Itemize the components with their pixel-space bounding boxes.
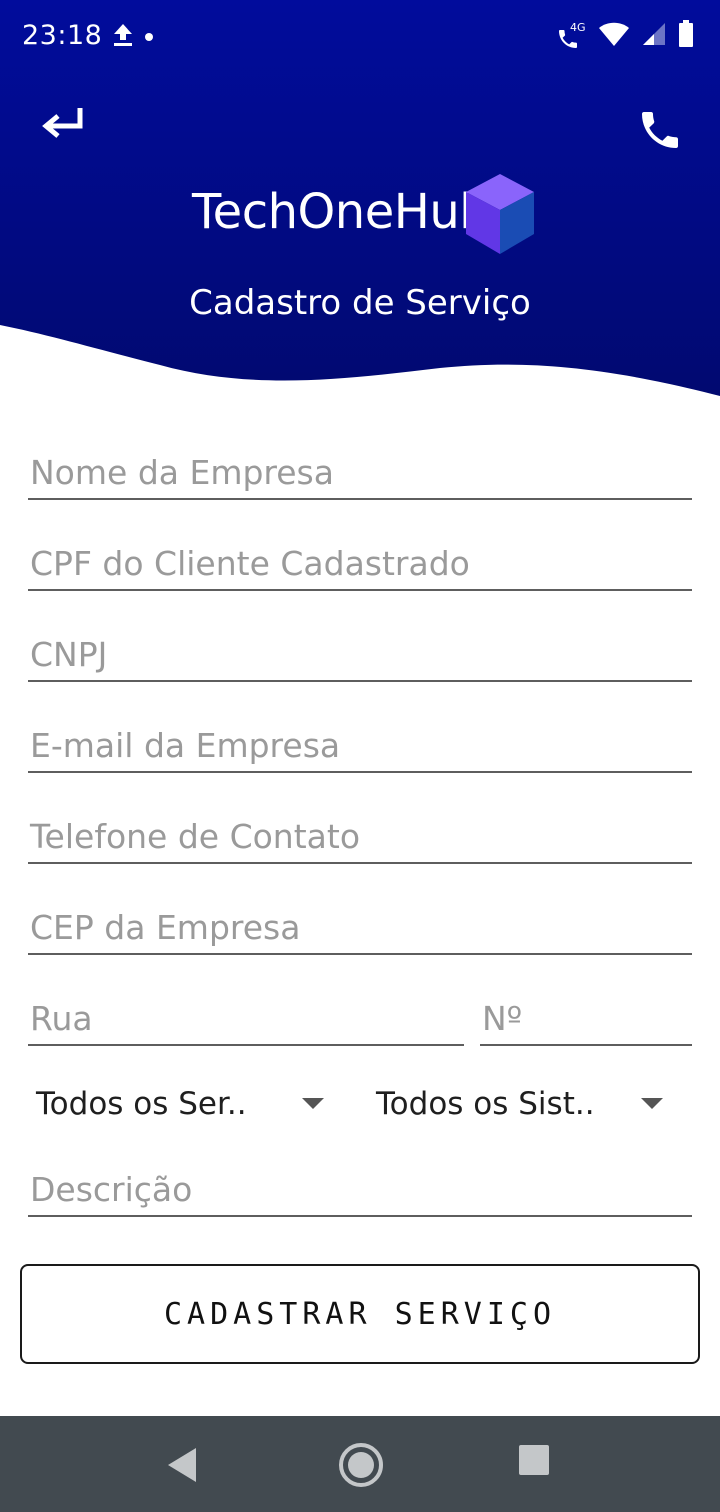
company-email-field[interactable]: E-mail da Empresa [28, 707, 692, 773]
call-4g-icon: 4G [556, 20, 586, 51]
client-cpf-placeholder: CPF do Cliente Cadastrado [30, 544, 470, 583]
brand: TechOneHub [0, 172, 720, 256]
contact-phone-field[interactable]: Telefone de Contato [28, 798, 692, 864]
cube-logo-icon [464, 172, 536, 256]
app-name: TechOneHub [192, 184, 490, 240]
network-type-label: 4G [570, 20, 586, 34]
home-circle-icon [334, 1443, 388, 1496]
battery-icon [678, 20, 694, 53]
submit-service-label: CADASTRAR SERVIÇO [163, 1296, 557, 1332]
company-cep-placeholder: CEP da Empresa [30, 908, 301, 947]
street-field[interactable]: Rua [28, 980, 464, 1046]
call-button[interactable] [636, 106, 686, 152]
nav-back-button[interactable] [162, 1440, 212, 1490]
screen-title: Cadastro de Serviço [189, 283, 531, 323]
description-placeholder: Descrição [30, 1170, 193, 1209]
status-time: 23:18 [22, 20, 103, 51]
recents-square-icon [514, 1445, 554, 1484]
back-button[interactable] [40, 100, 90, 146]
wifi-icon [598, 21, 630, 52]
cnpj-placeholder: CNPJ [30, 635, 108, 674]
upload-icon [112, 22, 134, 53]
number-field[interactable]: Nº [480, 980, 692, 1046]
service-select-value: Todos os Ser.. [36, 1086, 247, 1122]
street-placeholder: Rua [30, 999, 93, 1038]
description-field[interactable]: Descrição [28, 1151, 692, 1217]
submit-service-button[interactable]: CADASTRAR SERVIÇO [20, 1264, 700, 1364]
chevron-down-icon [302, 1098, 324, 1109]
company-name-field[interactable]: Nome da Empresa [28, 434, 692, 500]
header: 23:18 4G TechOneHub Cadastro de Serviço [0, 0, 720, 400]
company-name-placeholder: Nome da Empresa [30, 453, 334, 492]
signal-icon [642, 22, 666, 51]
client-cpf-field[interactable]: CPF do Cliente Cadastrado [28, 525, 692, 591]
back-triangle-icon [162, 1448, 212, 1494]
number-placeholder: Nº [482, 999, 523, 1038]
phone-icon [636, 112, 684, 158]
back-arrow-icon [40, 108, 90, 150]
chevron-down-icon [641, 1098, 663, 1109]
nav-recents-button[interactable] [514, 1440, 564, 1490]
nav-home-button[interactable] [334, 1438, 388, 1492]
dot-icon [144, 29, 154, 47]
company-email-placeholder: E-mail da Empresa [30, 726, 341, 765]
system-select[interactable]: Todos os Sist.. [368, 1076, 678, 1132]
system-nav-bar [0, 1416, 720, 1512]
company-cep-field[interactable]: CEP da Empresa [28, 889, 692, 955]
status-bar: 23:18 4G [0, 0, 720, 76]
system-select-value: Todos os Sist.. [376, 1086, 595, 1122]
contact-phone-placeholder: Telefone de Contato [30, 817, 361, 856]
cnpj-field[interactable]: CNPJ [28, 616, 692, 682]
service-select[interactable]: Todos os Ser.. [28, 1076, 338, 1132]
